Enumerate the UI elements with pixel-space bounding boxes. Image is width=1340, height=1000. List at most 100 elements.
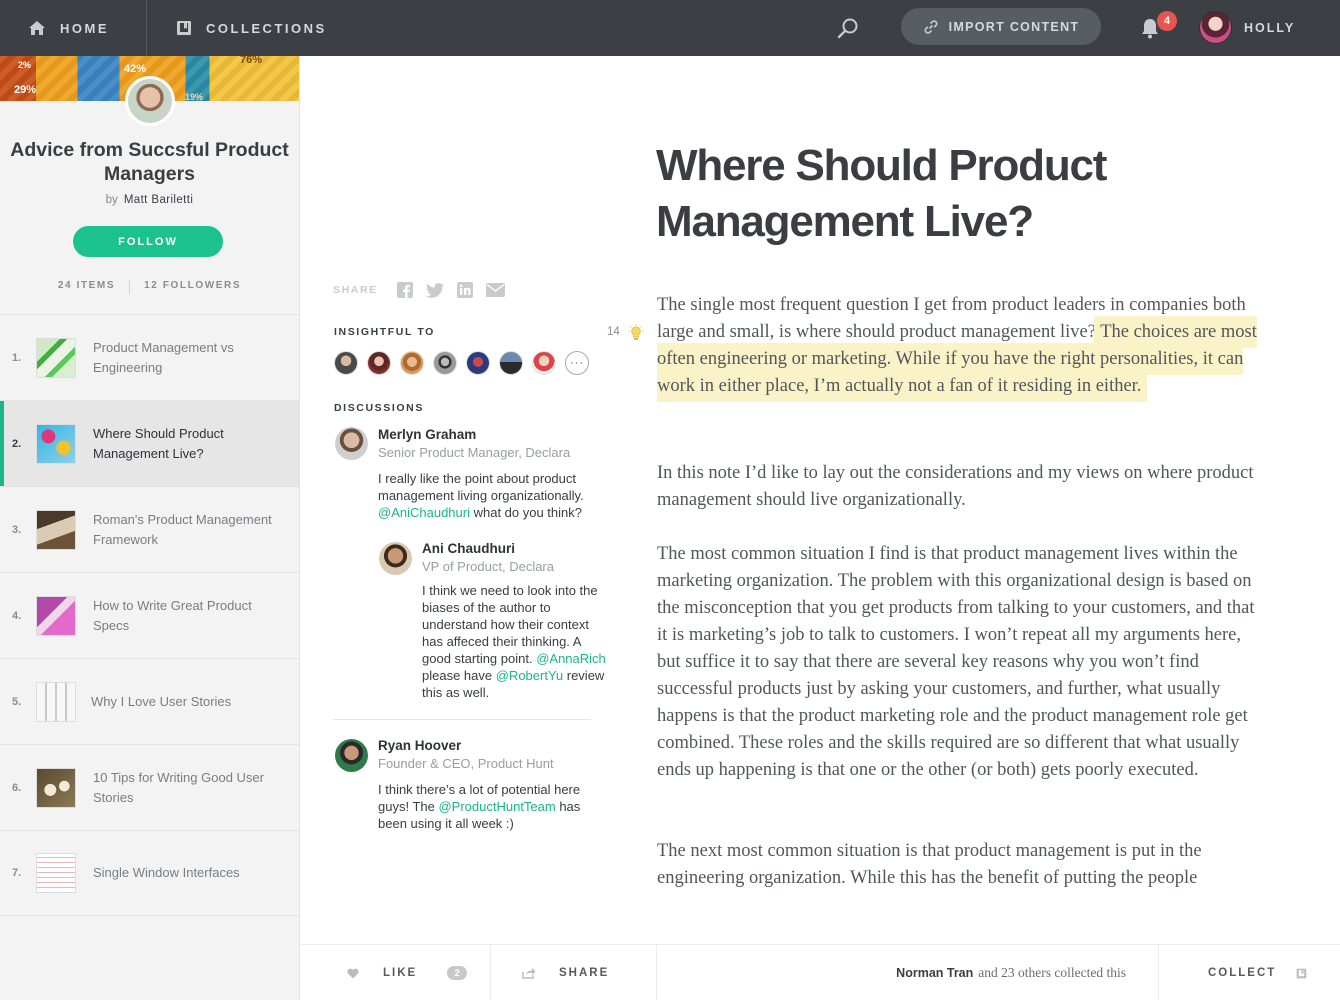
facebook-icon[interactable]: [397, 282, 413, 298]
linkedin-icon[interactable]: [457, 282, 473, 298]
collector-name[interactable]: Norman Tran: [896, 966, 973, 980]
collection-item-list: 1. Product Management vs Engineering 2. …: [0, 314, 299, 916]
insight-count: 14: [607, 326, 620, 338]
commenter-role: VP of Product, Declara: [422, 559, 554, 574]
stats-divider: [129, 280, 131, 294]
nav-home[interactable]: HOME: [28, 0, 109, 56]
commenter-name[interactable]: Merlyn Graham: [378, 427, 476, 442]
commenter-role: Founder & CEO, Product Hunt: [378, 756, 554, 771]
article-paragraph: The most common situation I find is that…: [657, 544, 1255, 780]
import-content-label: IMPORT CONTENT: [948, 19, 1080, 34]
share-icon: [522, 968, 536, 979]
lightbulb-icon[interactable]: [628, 324, 644, 342]
reader-avatar[interactable]: [532, 351, 556, 375]
follow-button[interactable]: FOLLOW: [73, 226, 223, 257]
commenter-avatar[interactable]: [335, 427, 368, 460]
comment-text-part: I really like the point about product ma…: [378, 471, 584, 503]
item-number: 4.: [12, 609, 22, 622]
item-number: 5.: [12, 695, 22, 708]
collection-author-avatar[interactable]: [125, 76, 175, 126]
collect-button[interactable]: COLLECT: [1208, 945, 1307, 1000]
heart-icon: [347, 968, 359, 978]
email-icon[interactable]: [486, 283, 505, 297]
reader-avatar[interactable]: [334, 351, 358, 375]
collection-item-active[interactable]: 2. Where Should Product Management Live?: [0, 400, 299, 486]
cover-text: 2%: [18, 60, 32, 70]
comment-text: I think there’s a lot of potential here …: [378, 781, 604, 832]
footer-divider: [490, 945, 491, 1000]
search-icon[interactable]: [836, 16, 860, 40]
commenter-name[interactable]: Ryan Hoover: [378, 738, 461, 753]
item-thumbnail: [36, 423, 76, 464]
item-label: How to Write Great Product Specs: [93, 597, 252, 633]
collection-title: Advice from Succsful Product Managers: [10, 139, 289, 185]
followers-count[interactable]: 12 FOLLOWERS: [144, 280, 241, 294]
comment-text: I think we need to look into the biases …: [422, 582, 608, 701]
collect-label: COLLECT: [1208, 967, 1277, 979]
link-icon: [924, 19, 938, 34]
like-button[interactable]: LIKE 2: [347, 945, 468, 1000]
item-number: 2.: [12, 437, 22, 450]
import-content-button[interactable]: IMPORT CONTENT: [901, 8, 1101, 45]
top-nav-bar: HOME COLLECTIONS IMPORT CONTENT 4 HOLLY: [0, 0, 1340, 56]
collection-item[interactable]: 1. Product Management vs Engineering: [0, 314, 299, 400]
user-name[interactable]: HOLLY: [1244, 0, 1295, 56]
collected-by-text: Norman Tran and 23 others collected this: [896, 945, 1126, 1000]
article-title: Where Should Product Management Live?: [656, 141, 1107, 246]
reader-avatar[interactable]: [499, 351, 523, 375]
collection-byline: by Matt Bariletti: [0, 194, 299, 206]
reader-avatar[interactable]: [433, 351, 457, 375]
collection-item[interactable]: 3. Roman's Product Management Framework: [0, 486, 299, 572]
commenter-avatar[interactable]: [335, 739, 368, 772]
item-number: 7.: [12, 867, 22, 879]
comment-text: I really like the point about product ma…: [378, 470, 604, 521]
item-thumbnail: [36, 595, 76, 636]
collection-item[interactable]: 6. 10 Tips for Writing Good User Stories: [0, 744, 299, 830]
collection-item[interactable]: 5. Why I Love User Stories: [0, 658, 299, 744]
item-label: Why I Love User Stories: [91, 693, 232, 709]
reader-avatar[interactable]: [367, 351, 391, 375]
nav-collections-label: COLLECTIONS: [206, 20, 327, 36]
mention-link[interactable]: @RobertYu: [496, 668, 563, 683]
reader-avatar[interactable]: [466, 351, 490, 375]
mention-link[interactable]: @AnnaRich: [536, 651, 606, 666]
item-label: Where Should Product Management Live?: [93, 425, 224, 461]
mention-link[interactable]: @AniChaudhuri: [378, 505, 470, 520]
cover-text: 42%: [124, 63, 147, 75]
cover-text: 29%: [14, 84, 37, 96]
item-thumbnail: [36, 853, 76, 893]
article-paragraph: In this note I’d like to lay out the con…: [657, 463, 1254, 510]
item-thumbnail: [36, 509, 76, 550]
more-readers-button[interactable]: ···: [565, 351, 589, 375]
mention-link[interactable]: @ProductHuntTeam: [438, 799, 555, 814]
byline-by: by: [105, 194, 118, 206]
collection-item[interactable]: 7. Single Window Interfaces: [0, 830, 299, 916]
share-label: SHARE: [333, 284, 378, 296]
cover-text: 19%: [185, 92, 204, 101]
share-row: SHARE: [333, 282, 518, 298]
commenter-name[interactable]: Ani Chaudhuri: [422, 541, 515, 556]
item-label: Roman's Product Management Framework: [93, 511, 272, 547]
nav-home-label: HOME: [60, 20, 109, 36]
collections-icon: [1297, 968, 1307, 978]
footer-share-label: SHARE: [559, 967, 610, 979]
collection-author-name[interactable]: Matt Bariletti: [124, 194, 194, 206]
insightful-avatars: ···: [334, 351, 589, 375]
collection-item[interactable]: 4. How to Write Great Product Specs: [0, 572, 299, 658]
item-number: 6.: [12, 781, 22, 794]
item-thumbnail: [36, 681, 76, 722]
commenter-avatar[interactable]: [379, 542, 412, 575]
footer-share-button[interactable]: SHARE: [522, 945, 609, 1000]
cover-text: 76%: [240, 56, 263, 66]
like-count: 2: [447, 966, 468, 980]
comment-text-part: what do you think?: [469, 505, 583, 520]
items-count: 24 ITEMS: [57, 280, 116, 291]
nav-collections[interactable]: COLLECTIONS: [176, 0, 327, 56]
reader-avatar[interactable]: [400, 351, 424, 375]
article-paragraph: The next most common situation is that p…: [657, 841, 1202, 888]
discussions-label: DISCUSSIONS: [334, 402, 424, 414]
nav-divider: [146, 0, 147, 56]
twitter-icon[interactable]: [426, 282, 444, 298]
user-avatar[interactable]: [1199, 11, 1232, 44]
notification-badge[interactable]: 4: [1157, 11, 1177, 31]
